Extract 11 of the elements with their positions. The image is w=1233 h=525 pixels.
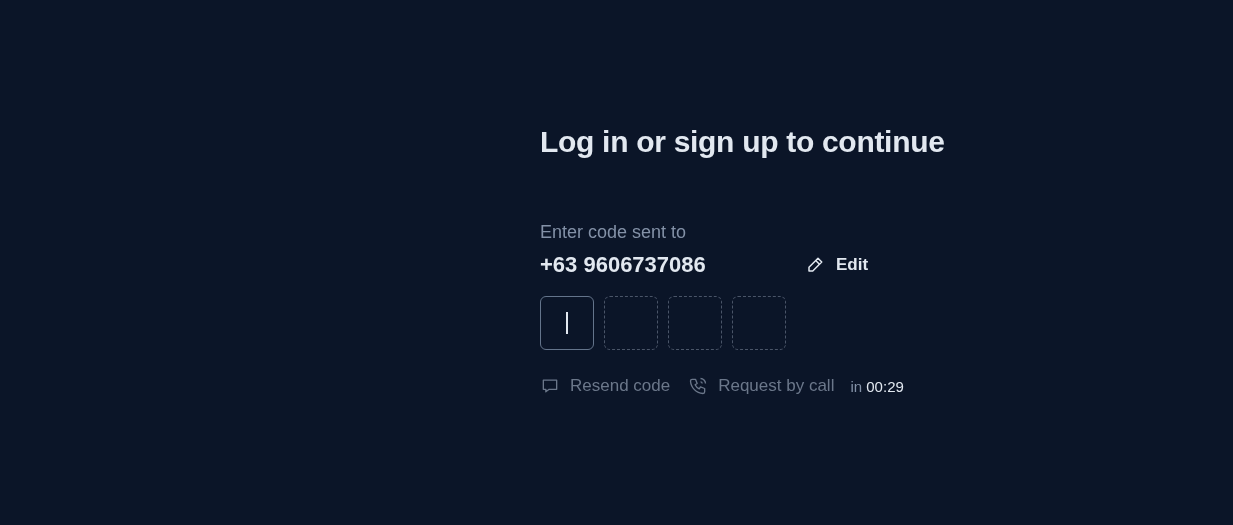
phone-icon	[688, 376, 709, 396]
code-input[interactable]	[540, 296, 594, 350]
phone-number: +63 9606737086	[540, 252, 707, 278]
pencil-icon	[806, 256, 824, 274]
edit-button[interactable]: Edit	[806, 255, 869, 275]
code-prompt: Enter code sent to	[540, 221, 688, 244]
code-input[interactable]	[668, 296, 722, 350]
page-title: Log in or sign up to continue	[540, 124, 946, 160]
resend-timer: in 00:29	[850, 377, 904, 395]
code-input[interactable]	[604, 296, 658, 350]
code-input[interactable]	[732, 296, 786, 350]
